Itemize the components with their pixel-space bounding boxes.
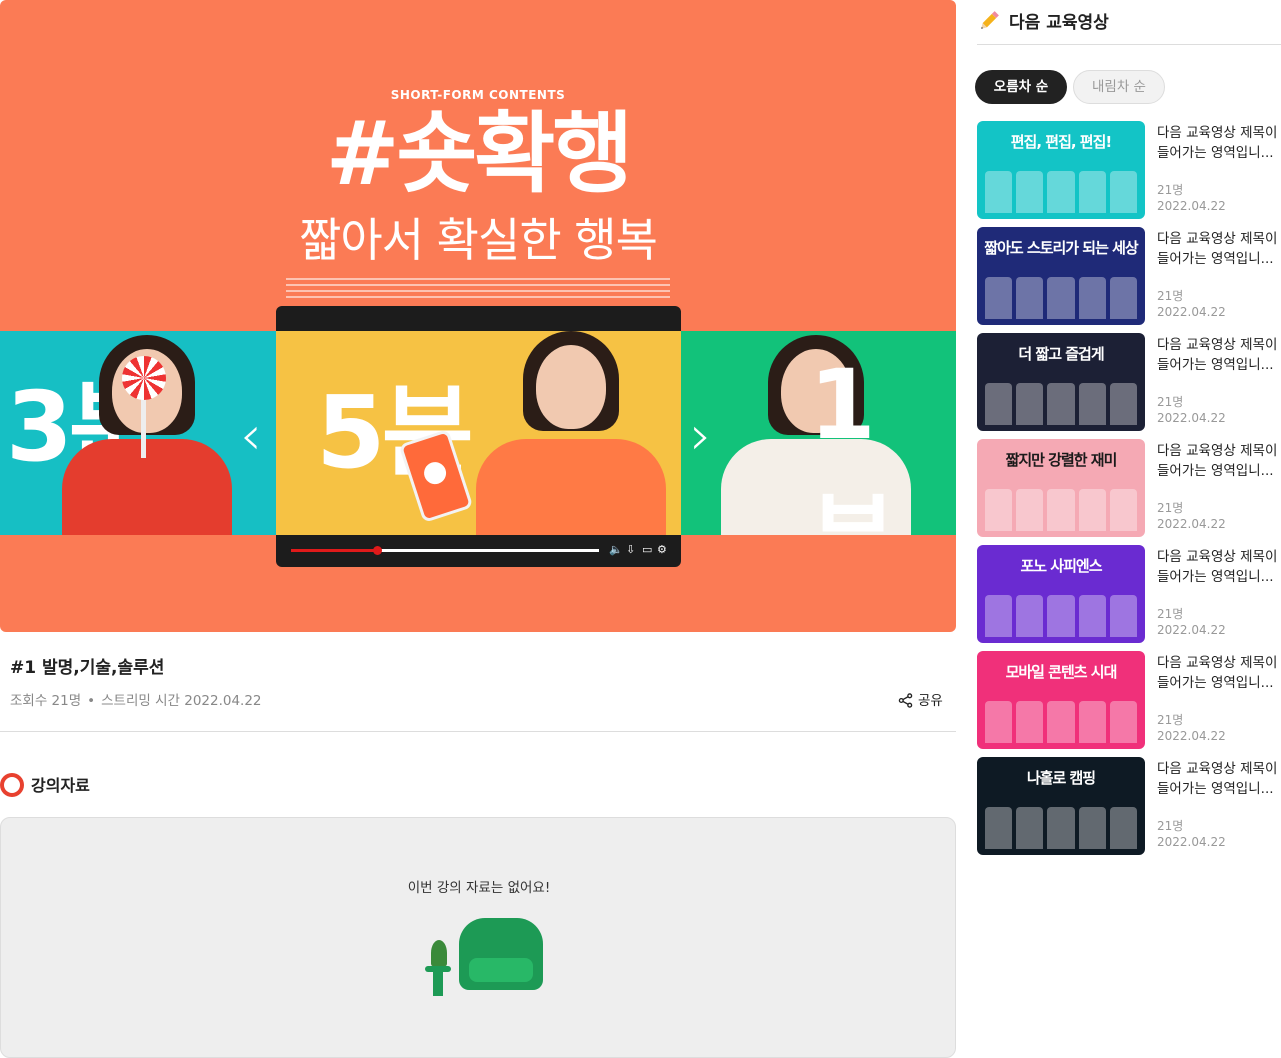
side-table-illustration — [425, 966, 451, 996]
next-video-card[interactable]: 짧지만 강렬한 재미 다음 교육영상 제목이 들어가는 영역입니... 21명 202… — [977, 439, 1281, 537]
alarm-clock-icon — [0, 773, 24, 797]
thumbnail-people — [985, 383, 1138, 425]
hero-headline: #숏확행 — [325, 102, 634, 205]
sidebar-divider — [977, 44, 1281, 45]
card-title[interactable]: 다음 교육영상 제목이 들어가는 영역입니... — [1157, 335, 1281, 375]
sort-descending-button[interactable]: 내림차 순 — [1073, 70, 1165, 104]
card-views: 21명 — [1157, 183, 1184, 197]
card-title[interactable]: 다음 교육영상 제목이 들어가는 영역입니... — [1157, 653, 1281, 693]
right-duration-label: 1분 — [809, 349, 897, 535]
sidebar-heading: 다음 교육영상 — [977, 8, 1109, 33]
settings-icon[interactable]: ⚙ — [657, 543, 667, 557]
card-date: 2022.04.22 — [1157, 835, 1226, 849]
thumbnail-people — [985, 701, 1138, 743]
next-arrow-icon[interactable]: › — [690, 409, 712, 463]
card-title[interactable]: 다음 교육영상 제목이 들어가는 영역입니... — [1157, 547, 1281, 587]
armchair-illustration — [459, 918, 543, 990]
lollipop-image — [122, 356, 166, 400]
thumbnail-title: 짧지만 강렬한 재미 — [1005, 451, 1118, 469]
thumbnail-people — [985, 595, 1138, 637]
video-meta: 조회수 21명 • 스트리밍 시간 2022.04.22 — [10, 689, 262, 709]
card-views: 21명 — [1157, 501, 1184, 515]
sidebar-heading-text: 다음 교육영상 — [1009, 13, 1109, 33]
hero-subhead: 짧아서 확실한 행복 — [299, 213, 658, 267]
card-date: 2022.04.22 — [1157, 411, 1226, 425]
prev-arrow-icon[interactable]: ‹ — [240, 409, 262, 463]
progress-knob[interactable] — [373, 546, 383, 555]
progress-fill — [291, 549, 378, 552]
share-button[interactable]: 공유 — [898, 689, 943, 709]
thumbnail-people — [985, 171, 1138, 213]
materials-heading-text: 강의자료 — [31, 776, 90, 795]
view-count: 조회수 21명 — [10, 693, 82, 709]
video-thumbnail[interactable]: 더 짧고 즐겁게 — [977, 333, 1145, 431]
thumbnail-title: 모바일 콘텐츠 시대 — [1005, 663, 1118, 681]
thumbnail-title: 편집, 편집, 편집! — [1010, 133, 1112, 151]
pencil-icon — [981, 11, 999, 29]
card-views: 21명 — [1157, 607, 1184, 621]
video-title: #1 발명,기술,솔루션 — [10, 658, 165, 678]
materials-heading: 강의자료 — [0, 772, 90, 797]
next-video-panel: 1분 — [681, 331, 956, 535]
card-title[interactable]: 다음 교육영상 제목이 들어가는 영역입니... — [1157, 123, 1281, 163]
card-views: 21명 — [1157, 713, 1184, 727]
card-date: 2022.04.22 — [1157, 729, 1226, 743]
card-date: 2022.04.22 — [1157, 517, 1226, 531]
player-screen[interactable]: 5분 — [276, 331, 681, 535]
video-thumbnail[interactable]: 나홀로 캠핑 — [977, 757, 1145, 855]
hero-kicker: SHORT-FORM CONTENTS — [390, 88, 566, 102]
video-thumbnail[interactable]: 모바일 콘텐츠 시대 — [977, 651, 1145, 749]
thumbnail-title: 나홀로 캠핑 — [1026, 769, 1096, 787]
card-date: 2022.04.22 — [1157, 199, 1226, 213]
thumbnail-title: 더 짧고 즐겁게 — [1018, 345, 1104, 363]
thumbnail-title: 짧아도 스토리가 되는 세상 — [984, 239, 1138, 257]
thumbnail-people — [985, 807, 1138, 849]
volume-icon[interactable]: 🔈 — [609, 543, 623, 557]
video-hero[interactable]: SHORT-FORM CONTENTS #숏확행 짧아서 확실한 행복 3분 1… — [0, 0, 956, 632]
materials-panel: 이번 강의 자료는 없어요! — [0, 817, 956, 1058]
next-video-card[interactable]: 포노 사피엔스 다음 교육영상 제목이 들어가는 영역입니... 21명 2022.0… — [977, 545, 1281, 643]
thumbnail-people — [985, 489, 1138, 531]
video-thumbnail[interactable]: 편집, 편집, 편집! — [977, 121, 1145, 219]
card-views: 21명 — [1157, 819, 1184, 833]
card-title[interactable]: 다음 교육영상 제목이 들어가는 영역입니... — [1157, 229, 1281, 269]
card-date: 2022.04.22 — [1157, 305, 1226, 319]
next-video-card[interactable]: 더 짧고 즐겁게 다음 교육영상 제목이 들어가는 영역입니... 21명 2022.… — [977, 333, 1281, 431]
card-title[interactable]: 다음 교육영상 제목이 들어가는 영역입니... — [1157, 759, 1281, 799]
download-icon[interactable]: ⇩ — [626, 543, 635, 557]
section-divider — [0, 731, 956, 732]
folder-icon[interactable]: ▭ — [642, 543, 652, 557]
meta-separator: • — [87, 693, 96, 709]
player-controls: 🔈 ⇩ ▭ ⚙ — [276, 535, 681, 567]
sort-ascending-button[interactable]: 오름차 순 — [975, 70, 1067, 104]
next-video-card[interactable]: 편집, 편집, 편집! 다음 교육영상 제목이 들어가는 영역입니... 21명 20… — [977, 121, 1281, 219]
hero-fine-print — [286, 278, 670, 298]
play-icon — [421, 459, 449, 488]
plant-illustration — [431, 940, 447, 966]
thumbnail-people — [985, 277, 1138, 319]
next-video-card[interactable]: 짧아도 스토리가 되는 세상 다음 교육영상 제목이 들어가는 영역입니... 21… — [977, 227, 1281, 325]
card-views: 21명 — [1157, 395, 1184, 409]
video-thumbnail[interactable]: 짧지만 강렬한 재미 — [977, 439, 1145, 537]
video-thumbnail[interactable]: 포노 사피엔스 — [977, 545, 1145, 643]
share-icon — [898, 693, 913, 708]
card-date: 2022.04.22 — [1157, 623, 1226, 637]
thumbnail-title: 포노 사피엔스 — [1020, 557, 1102, 575]
video-thumbnail[interactable]: 짧아도 스토리가 되는 세상 — [977, 227, 1145, 325]
next-video-card[interactable]: 모바일 콘텐츠 시대 다음 교육영상 제목이 들어가는 영역입니... 21명 202… — [977, 651, 1281, 749]
next-video-card[interactable]: 나홀로 캠핑 다음 교육영상 제목이 들어가는 영역입니... 21명 2022.04… — [977, 757, 1281, 855]
progress-track[interactable] — [291, 546, 599, 555]
streaming-time: 스트리밍 시간 2022.04.22 — [101, 693, 262, 709]
presenter-photo — [476, 331, 666, 535]
materials-empty-message: 이번 강의 자료는 없어요! — [407, 880, 551, 896]
card-views: 21명 — [1157, 289, 1184, 303]
card-title[interactable]: 다음 교육영상 제목이 들어가는 영역입니... — [1157, 441, 1281, 481]
video-player[interactable]: 5분 🔈 ⇩ ▭ ⚙ — [276, 306, 681, 567]
lollipop-stick — [141, 398, 146, 458]
share-label: 공유 — [918, 693, 943, 709]
